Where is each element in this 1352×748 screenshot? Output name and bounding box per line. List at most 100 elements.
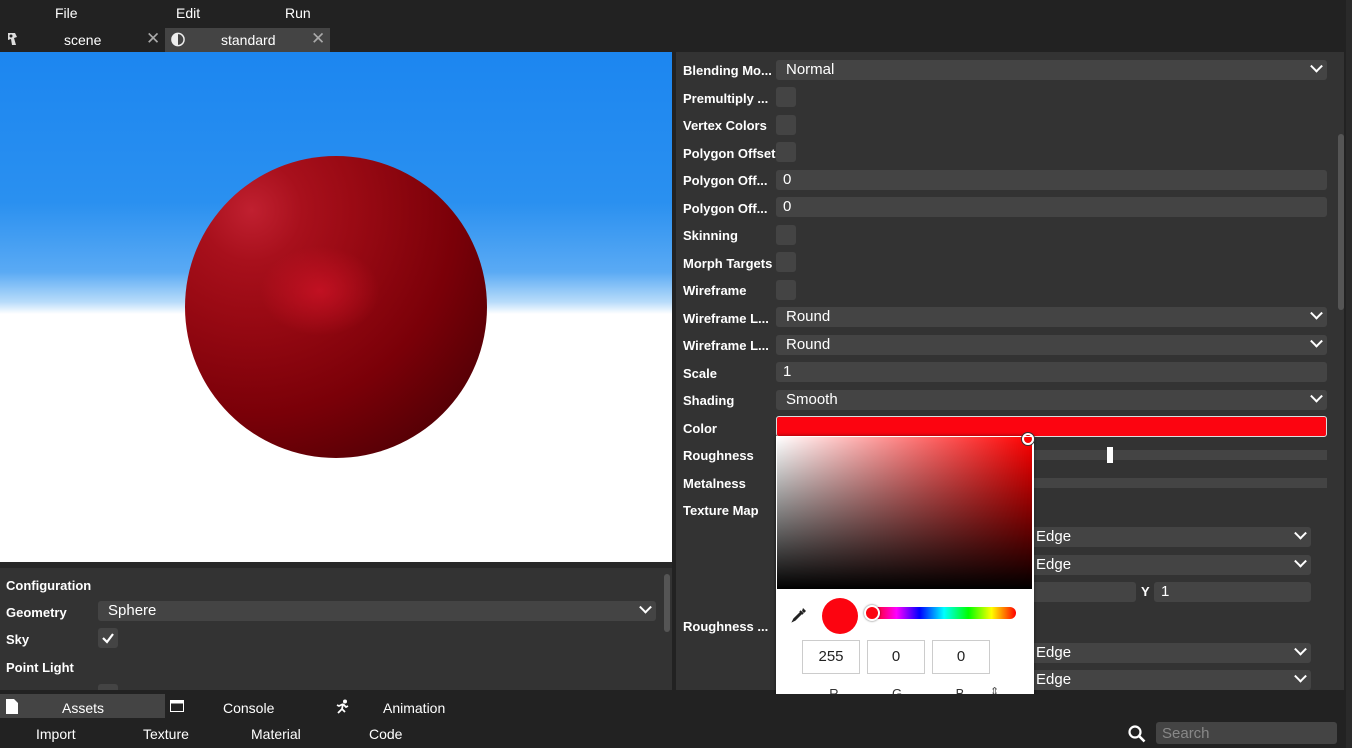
tab-standard[interactable]: standard ✕: [165, 28, 330, 52]
tab-assets[interactable]: Assets: [0, 694, 165, 718]
search-input[interactable]: [1156, 722, 1337, 744]
tab-assets-label: Assets: [62, 700, 105, 716]
console-icon: [170, 700, 184, 712]
metalness-slider[interactable]: [1032, 478, 1327, 488]
sphere-highlight: [260, 246, 380, 336]
roughness-slider-thumb[interactable]: [1107, 447, 1113, 463]
color-preview-swatch: [822, 598, 858, 634]
wireframe-linecap-label: Wireframe L...: [683, 311, 769, 326]
polygon-offset-units-input[interactable]: 0: [776, 197, 1327, 217]
chevron-down-icon: [1310, 306, 1323, 320]
close-icon[interactable]: ✕: [146, 29, 160, 49]
wireframe-linecap-value: Round: [786, 308, 831, 325]
texture-repeat-x-input[interactable]: [1026, 582, 1136, 602]
polygon-offset-units-label: Polygon Off...: [683, 201, 768, 216]
premultiply-checkbox[interactable]: [776, 87, 796, 107]
wireframe-linejoin-label: Wireframe L...: [683, 338, 769, 353]
morph-targets-checkbox[interactable]: [776, 252, 796, 272]
geometry-label: Geometry: [6, 605, 67, 620]
saturation-cursor[interactable]: [1022, 433, 1034, 445]
wireframe-linecap-select[interactable]: Round: [776, 306, 1327, 327]
sphere-mesh: [185, 156, 487, 458]
search-icon: [1128, 725, 1146, 743]
roughness-slider[interactable]: [1032, 450, 1327, 460]
texture-wrap-t-value: Edge: [1036, 556, 1072, 573]
roughness-wrap-s-value: Edge: [1036, 644, 1072, 661]
import-button[interactable]: Import: [36, 726, 76, 742]
texture-wrap-t-select[interactable]: Edge: [1026, 554, 1311, 575]
scrollbar[interactable]: [1338, 134, 1344, 310]
scale-input[interactable]: 1: [776, 362, 1327, 382]
material-button[interactable]: Material: [251, 726, 301, 742]
premultiply-label: Premultiply ...: [683, 91, 769, 106]
roughness-wrap-t-select[interactable]: Edge: [1026, 669, 1311, 690]
tab-standard-label: standard: [221, 32, 276, 48]
point-light-checkbox[interactable]: [98, 684, 118, 690]
3d-viewport[interactable]: [0, 52, 672, 562]
menu-run[interactable]: Run: [285, 5, 311, 21]
sky-label: Sky: [6, 632, 30, 647]
shading-select[interactable]: Smooth: [776, 389, 1327, 410]
tab-bar: scene ✕ standard ✕: [0, 28, 1352, 52]
tab-animation-label: Animation: [383, 700, 446, 716]
vertex-colors-label: Vertex Colors: [683, 118, 767, 133]
scale-label: Scale: [683, 366, 717, 381]
roughness-wrap-t-value: Edge: [1036, 671, 1072, 688]
configuration-panel: Configuration Geometry Sphere Sky Point …: [0, 562, 672, 690]
chevron-down-icon: [1294, 642, 1307, 656]
vertex-colors-checkbox[interactable]: [776, 115, 796, 135]
skinning-checkbox[interactable]: [776, 225, 796, 245]
roughness-wrap-s-select[interactable]: Edge: [1026, 642, 1311, 663]
close-icon[interactable]: ✕: [311, 29, 325, 49]
shading-value: Smooth: [786, 391, 838, 408]
code-button[interactable]: Code: [369, 726, 402, 742]
scrollbar[interactable]: [664, 574, 670, 632]
polygon-offset-factor-input[interactable]: 0: [776, 170, 1327, 190]
menu-file[interactable]: File: [55, 5, 78, 21]
wireframe-linejoin-value: Round: [786, 336, 831, 353]
tab-scene-label: scene: [64, 32, 102, 48]
wireframe-linejoin-select[interactable]: Round: [776, 334, 1327, 355]
roughness-map-label: Roughness ...: [683, 619, 769, 634]
menu-edit[interactable]: Edit: [176, 5, 200, 21]
tab-console-label: Console: [223, 700, 275, 716]
blending-mode-select[interactable]: Normal: [776, 59, 1327, 80]
polygon-offset-checkbox[interactable]: [776, 142, 796, 162]
polygon-offset-factor-label: Polygon Off...: [683, 173, 768, 188]
tab-console[interactable]: Console: [165, 694, 330, 718]
assets-toolbar: Import Texture Material Code: [0, 722, 1352, 748]
texture-wrap-s-select[interactable]: Edge: [1026, 526, 1311, 547]
morph-targets-label: Morph Targets: [683, 256, 773, 271]
geometry-select[interactable]: Sphere: [98, 600, 656, 621]
configuration-title: Configuration: [6, 578, 92, 593]
chevron-down-icon: [1294, 669, 1307, 683]
wireframe-checkbox[interactable]: [776, 280, 796, 300]
chevron-down-icon: [639, 600, 652, 614]
eyedropper-icon[interactable]: [790, 606, 808, 624]
polygon-offset-label: Polygon Offset: [683, 146, 776, 161]
color-label: Color: [683, 421, 717, 436]
red-input[interactable]: 255: [802, 640, 860, 674]
hue-slider-thumb[interactable]: [864, 605, 880, 621]
chevron-down-icon: [1310, 334, 1323, 348]
scene-icon: [8, 33, 17, 45]
checkmark-icon: [102, 633, 114, 644]
wireframe-label: Wireframe: [683, 283, 747, 298]
geometry-value: Sphere: [108, 602, 157, 619]
tab-scene[interactable]: scene ✕: [0, 28, 163, 52]
shading-label: Shading: [683, 393, 735, 408]
chevron-down-icon: [1294, 554, 1307, 568]
blue-input[interactable]: 0: [932, 640, 990, 674]
tab-animation[interactable]: Animation: [330, 694, 495, 718]
color-picker-popup[interactable]: 255 0 0 R G B ⇕: [776, 433, 1034, 715]
sky-checkbox[interactable]: [98, 628, 118, 648]
saturation-value-area[interactable]: [777, 433, 1034, 589]
chevron-down-icon: [1294, 526, 1307, 540]
blending-mode-value: Normal: [786, 61, 835, 78]
texture-button[interactable]: Texture: [143, 726, 189, 742]
hue-slider[interactable]: [872, 607, 1016, 619]
color-field[interactable]: [776, 416, 1327, 437]
texture-repeat-y-input[interactable]: 1: [1154, 582, 1311, 602]
chevron-down-icon: [1310, 389, 1323, 403]
green-input[interactable]: 0: [867, 640, 925, 674]
